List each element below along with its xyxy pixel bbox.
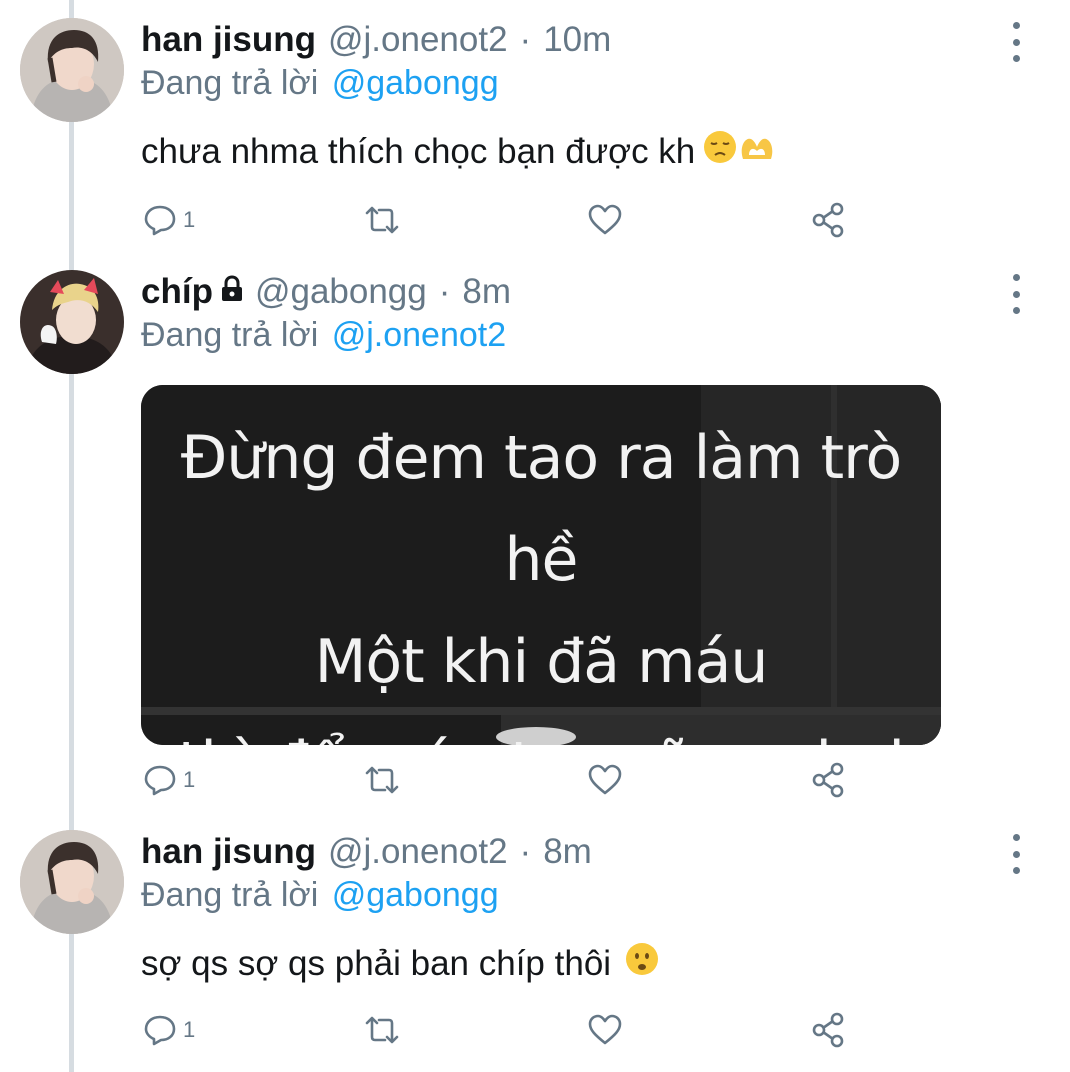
user-handle[interactable]: @j.onenot2 bbox=[328, 832, 508, 872]
tweet-text-content: sợ qs sợ qs phải ban chíp thôi bbox=[141, 943, 612, 983]
timestamp[interactable]: 8m bbox=[462, 272, 511, 312]
replying-to-label: Đang trả lời bbox=[141, 876, 319, 914]
share-button[interactable] bbox=[811, 1010, 847, 1050]
separator: · bbox=[519, 20, 532, 59]
reply-count: 1 bbox=[183, 767, 196, 792]
like-icon bbox=[588, 1014, 622, 1045]
tweet-media-image[interactable]: Đừng đem tao ra làm trò hề Một khi đã má… bbox=[141, 385, 941, 745]
tweet-actions: 1 bbox=[141, 200, 861, 240]
tweet-text-content: chưa nhma thích chọc bạn được kh bbox=[141, 131, 696, 171]
tweet-header: han jisung @j.onenot2 · 10m bbox=[141, 18, 611, 62]
share-icon bbox=[812, 1012, 844, 1048]
display-name[interactable]: chíp bbox=[141, 272, 213, 312]
replying-to: Đang trả lời @gabongg bbox=[141, 64, 499, 103]
share-button[interactable] bbox=[811, 200, 847, 240]
media-caption-line: Một khi đã máu bbox=[314, 627, 769, 697]
retweet-icon bbox=[365, 1016, 399, 1044]
tweet-header: chíp @gabongg · 8m bbox=[141, 270, 511, 314]
reply-button[interactable]: 1 bbox=[143, 760, 195, 800]
reply-icon bbox=[144, 765, 176, 796]
avatar[interactable] bbox=[20, 270, 124, 374]
tweet-1[interactable]: han jisung @j.onenot2 · 10m Đang trả lời… bbox=[0, 18, 1070, 238]
heart-hands-icon bbox=[739, 132, 775, 172]
tweet-actions: 1 bbox=[141, 1010, 861, 1050]
like-button[interactable] bbox=[587, 1010, 623, 1050]
mention-link[interactable]: @j.onenot2 bbox=[332, 316, 506, 354]
lock-icon bbox=[219, 272, 245, 312]
retweet-button[interactable] bbox=[363, 200, 401, 240]
mention-link[interactable]: @gabongg bbox=[332, 64, 499, 102]
replying-to: Đang trả lời @j.onenot2 bbox=[141, 316, 506, 355]
more-icon[interactable] bbox=[1004, 274, 1028, 314]
media-caption-line: thì đổ máu tao cũng chơi bbox=[141, 713, 941, 745]
tweet-text: sợ qs sợ qs phải ban chíp thôi bbox=[141, 942, 659, 985]
like-button[interactable] bbox=[587, 200, 623, 240]
retweet-icon bbox=[365, 206, 399, 234]
avatar[interactable] bbox=[20, 18, 124, 122]
tweet-3[interactable]: han jisung @j.onenot2 · 8m Đang trả lời … bbox=[0, 830, 1070, 1060]
replying-to-label: Đang trả lời bbox=[141, 316, 319, 354]
more-icon[interactable] bbox=[1004, 22, 1028, 62]
like-icon bbox=[588, 204, 622, 235]
display-name[interactable]: han jisung bbox=[141, 832, 316, 872]
tweet-text: chưa nhma thích chọc bạn được kh bbox=[141, 130, 775, 173]
timestamp[interactable]: 8m bbox=[543, 832, 592, 872]
replying-to: Đang trả lời @gabongg bbox=[141, 876, 499, 915]
mention-link[interactable]: @gabongg bbox=[332, 876, 499, 914]
reply-button[interactable]: 1 bbox=[143, 200, 195, 240]
retweet-button[interactable] bbox=[363, 760, 401, 800]
reply-icon bbox=[144, 1015, 176, 1046]
pensive-face-icon bbox=[703, 130, 737, 173]
retweet-button[interactable] bbox=[363, 1010, 401, 1050]
timestamp[interactable]: 10m bbox=[543, 20, 611, 60]
reply-icon bbox=[144, 205, 176, 236]
media-caption: Đừng đem tao ra làm trò hề Một khi đã má… bbox=[141, 407, 941, 745]
tweet-header: han jisung @j.onenot2 · 8m bbox=[141, 830, 592, 874]
like-button[interactable] bbox=[587, 760, 623, 800]
media-caption-line: Đừng đem tao ra làm trò hề bbox=[180, 423, 902, 595]
reply-button[interactable]: 1 bbox=[143, 1010, 195, 1050]
reply-count: 1 bbox=[183, 207, 196, 232]
like-icon bbox=[588, 764, 622, 795]
share-button[interactable] bbox=[811, 760, 847, 800]
user-handle[interactable]: @j.onenot2 bbox=[328, 20, 508, 60]
separator: · bbox=[519, 832, 532, 871]
separator: · bbox=[438, 272, 451, 311]
display-name[interactable]: han jisung bbox=[141, 20, 316, 60]
avatar[interactable] bbox=[20, 830, 124, 934]
retweet-icon bbox=[365, 766, 399, 794]
replying-to-label: Đang trả lời bbox=[141, 64, 319, 102]
reply-count: 1 bbox=[183, 1017, 196, 1042]
more-icon[interactable] bbox=[1004, 834, 1028, 874]
share-icon bbox=[812, 762, 844, 798]
user-handle[interactable]: @gabongg bbox=[255, 272, 427, 312]
share-icon bbox=[812, 202, 844, 238]
tweet-actions: 1 bbox=[141, 760, 861, 800]
worried-face-icon bbox=[625, 942, 659, 985]
